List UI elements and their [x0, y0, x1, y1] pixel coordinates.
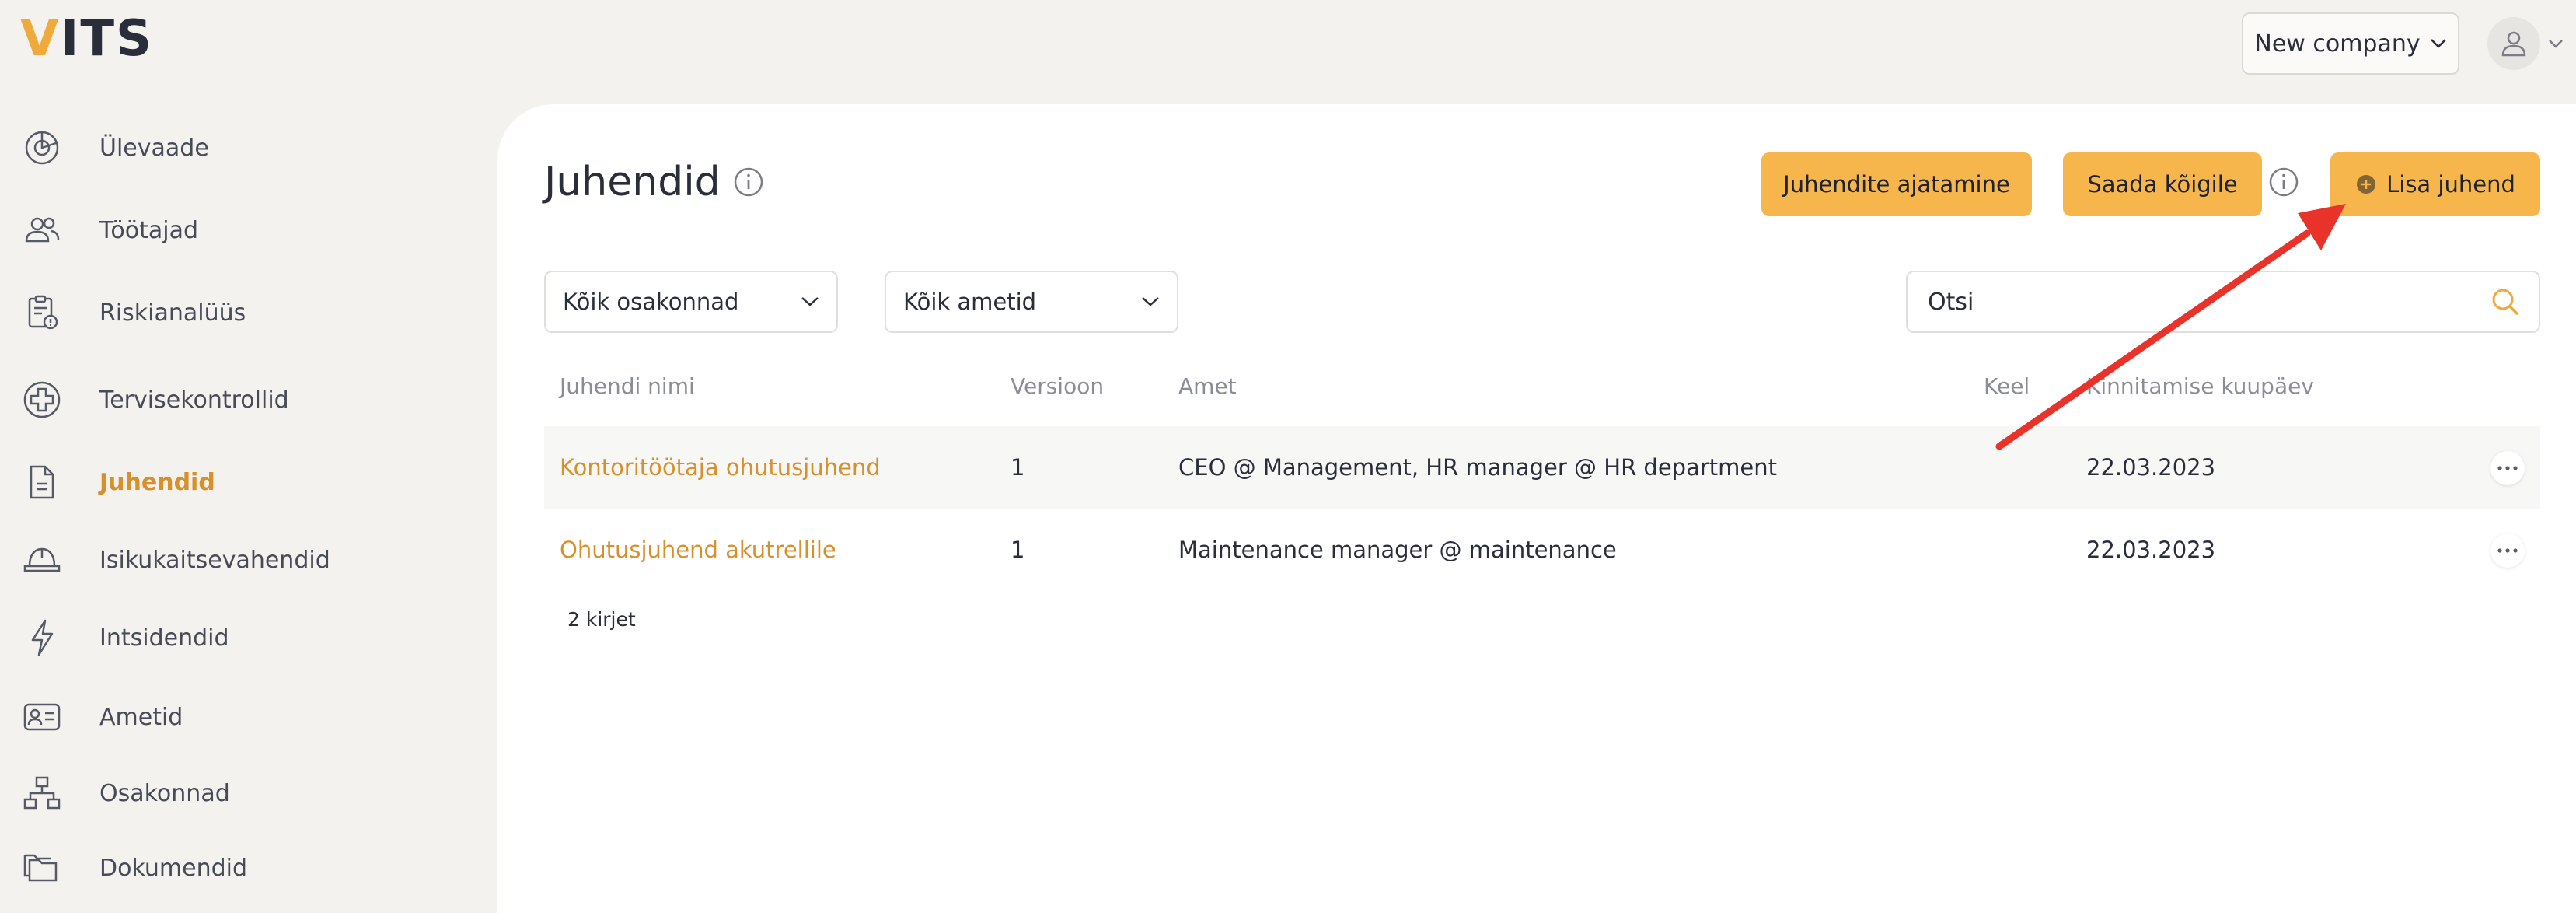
column-header-version[interactable]: Versioon — [1011, 373, 1104, 399]
record-count: 2 kirjet — [567, 608, 636, 631]
column-header-name[interactable]: Juhendi nimi — [560, 373, 695, 399]
schedule-guides-button[interactable]: Juhendite ajatamine — [1761, 152, 2032, 216]
position-cell: Maintenance manager @ maintenance — [1178, 537, 1617, 563]
position-cell: CEO @ Management, HR manager @ HR depart… — [1178, 454, 1778, 481]
department-filter-value: Kõik osakonnad — [563, 289, 739, 315]
sidebar-item-label: Dokumendid — [99, 854, 248, 882]
sidebar-item-tootajad[interactable]: Töötajad — [20, 207, 198, 254]
department-filter[interactable]: Kõik osakonnad — [544, 271, 838, 333]
more-horizontal-icon — [2497, 548, 2518, 553]
medical-cross-icon — [20, 378, 64, 422]
sidebar-item-osakonnad[interactable]: Osakonnad — [20, 770, 230, 817]
chevron-down-icon — [2430, 39, 2446, 48]
more-horizontal-icon — [2497, 466, 2518, 470]
sidebar-item-label: Juhendid — [99, 468, 215, 496]
column-header-position[interactable]: Amet — [1178, 373, 1237, 399]
add-guide-label: Lisa juhend — [2386, 171, 2515, 198]
sidebar-item-riskianaluus[interactable]: Riskianalüüs — [20, 289, 246, 336]
page-title: Juhendid — [544, 159, 764, 205]
send-to-all-label: Saada kõigile — [2087, 171, 2238, 198]
chart-pie-icon — [20, 126, 64, 170]
users-icon — [20, 208, 64, 252]
hard-hat-icon — [20, 538, 64, 582]
lightning-icon — [20, 616, 64, 659]
sidebar-item-label: Osakonnad — [99, 779, 230, 807]
folders-icon — [20, 846, 64, 890]
send-to-all-button[interactable]: Saada kõigile — [2063, 152, 2262, 216]
sidebar-item-isikukaitsevahendid[interactable]: Isikukaitsevahendid — [20, 537, 330, 583]
org-chart-icon — [20, 771, 64, 815]
table-row[interactable]: Kontoritöötaja ohutusjuhend 1 CEO @ Mana… — [544, 426, 2540, 509]
clipboard-alert-icon — [20, 291, 64, 334]
sidebar-item-label: Ülevaade — [99, 134, 209, 162]
sidebar-item-dokumendid[interactable]: Dokumendid — [20, 845, 247, 891]
sidebar-item-ulevaade[interactable]: Ülevaade — [20, 124, 209, 171]
sidebar-item-label: Ametid — [99, 703, 183, 731]
sidebar-item-label: Intsidendid — [99, 624, 229, 652]
version-cell: 1 — [1011, 537, 1025, 563]
search-box[interactable] — [1906, 271, 2540, 333]
version-cell: 1 — [1011, 454, 1025, 481]
logo-text: ITS — [60, 10, 154, 68]
date-cell: 22.03.2023 — [2086, 537, 2216, 563]
table-row[interactable]: Ohutusjuhend akutrellile 1 Maintenance m… — [544, 509, 2540, 591]
sidebar-item-label: Isikukaitsevahendid — [99, 546, 330, 574]
sidebar-item-label: Riskianalüüs — [99, 299, 246, 327]
id-card-icon — [20, 695, 64, 739]
company-select-value: New company — [2254, 30, 2421, 58]
position-filter-value: Kõik ametid — [903, 289, 1037, 315]
logo-accent: V — [20, 10, 61, 68]
vits-logo[interactable]: VITS — [20, 11, 153, 67]
sidebar-item-label: Töötajad — [99, 216, 199, 244]
user-icon — [2501, 31, 2526, 57]
chevron-down-icon — [2549, 40, 2563, 48]
row-actions-button[interactable] — [2490, 451, 2525, 485]
sidebar-item-intsidendid[interactable]: Intsidendid — [20, 614, 229, 661]
company-select[interactable]: New company — [2242, 12, 2459, 75]
add-guide-button[interactable]: Lisa juhend — [2330, 152, 2540, 216]
column-header-language[interactable]: Keel — [1984, 373, 2030, 399]
main-panel: Juhendid Juhendite ajatamine Saada kõigi… — [497, 104, 2576, 913]
page-title-text: Juhendid — [544, 159, 721, 205]
info-icon — [2269, 167, 2299, 197]
info-icon[interactable] — [733, 166, 764, 198]
plus-circle-icon — [2357, 175, 2376, 194]
user-menu[interactable] — [2487, 17, 2564, 70]
date-cell: 22.03.2023 — [2086, 454, 2216, 481]
avatar[interactable] — [2487, 17, 2540, 70]
guide-name-link[interactable]: Kontoritöötaja ohutusjuhend — [560, 426, 881, 509]
document-icon — [20, 460, 64, 504]
sidebar-item-label: Tervisekontrollid — [99, 386, 289, 414]
send-info[interactable] — [2268, 166, 2302, 201]
position-filter[interactable]: Kõik ametid — [885, 271, 1178, 333]
search-icon[interactable] — [2490, 287, 2520, 317]
sidebar-item-ametid[interactable]: Ametid — [20, 694, 183, 740]
column-header-date[interactable]: Kinnitamise kuupäev — [2086, 373, 2314, 399]
guide-name-link[interactable]: Ohutusjuhend akutrellile — [560, 509, 836, 591]
sidebar-item-juhendid[interactable]: Juhendid — [20, 459, 215, 505]
schedule-guides-label: Juhendite ajatamine — [1783, 171, 2010, 198]
search-input[interactable] — [1926, 287, 2455, 317]
row-actions-button[interactable] — [2490, 533, 2525, 568]
chevron-down-icon — [801, 297, 819, 306]
sidebar-item-tervisekontrollid[interactable]: Tervisekontrollid — [20, 376, 289, 423]
chevron-down-icon — [1142, 297, 1159, 306]
